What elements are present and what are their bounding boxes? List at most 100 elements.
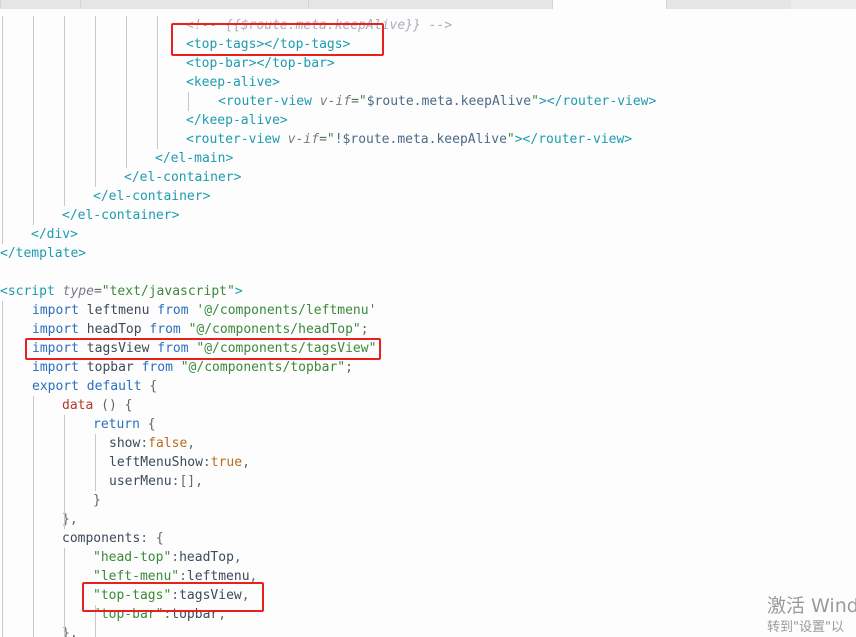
code-token: return: [93, 417, 148, 432]
code-line: "top-tags":tagsView,: [93, 586, 250, 605]
indent-guide: [95, 434, 96, 491]
code-token: ,: [249, 569, 258, 584]
watermark-subtitle: 转到"设置"以: [767, 620, 844, 635]
code-token: <keep-alive>: [186, 75, 280, 90]
code-token: </el-main>: [155, 151, 234, 166]
code-token: {: [149, 379, 158, 394]
code-token: ,: [242, 455, 250, 470]
indent-guide: [64, 415, 65, 529]
code-token: "top-bar": [93, 607, 164, 622]
code-token: :[],: [171, 474, 203, 489]
code-line: </keep-alive>: [186, 111, 288, 130]
activation-watermark: 激活 Wind 转到"设置"以: [767, 595, 856, 637]
indent-guide: [33, 396, 34, 637]
code-line: userMenu:[],: [109, 472, 203, 491]
code-token: v-if: [319, 94, 352, 109]
watermark-title: 激活 Wind: [767, 595, 856, 617]
code-token: </top-bar>: [256, 56, 335, 71]
code-token: data: [62, 398, 102, 413]
code-token: "top-tags": [93, 588, 172, 603]
code-token: leftmenu: [186, 569, 250, 584]
code-token: :: [202, 455, 211, 470]
code-token: :: [179, 569, 187, 584]
code-token: >: [234, 284, 243, 299]
code-token: </top-tags>: [264, 37, 351, 52]
code-token: show: [109, 436, 141, 451]
code-token: "@/components/tagsView": [196, 341, 377, 356]
indent-guide: [95, 16, 96, 187]
code-token: <top-tags>: [186, 37, 265, 52]
code-token: ,: [218, 607, 227, 622]
code-token: userMenu: [109, 474, 172, 489]
code-token: !$route.meta.keepAlive: [334, 132, 507, 147]
code-token: '@/components/leftmenu': [196, 303, 377, 318]
code-line: <top-bar></top-bar>: [186, 54, 335, 73]
code-token: tagsView: [179, 588, 242, 603]
code-line: <script type="text/javascript">: [0, 282, 243, 301]
code-line: <router-view v-if="!$route.meta.keepAliv…: [186, 130, 632, 149]
code-line: import tagsView from "@/components/tagsV…: [32, 339, 384, 358]
code-token: =: [319, 132, 327, 147]
code-token: leftMenuShow: [109, 455, 203, 470]
code-token: "@/components/topbar": [180, 360, 346, 375]
code-token: ,: [187, 436, 196, 451]
code-token: () {: [101, 398, 133, 413]
code-token: "head-top": [93, 550, 172, 565]
code-token: </el-container>: [124, 170, 242, 185]
editor-tab-4[interactable]: [666, 0, 791, 9]
code-line: return {: [93, 415, 156, 434]
code-token: ,: [233, 550, 242, 565]
code-token: import: [32, 322, 87, 337]
code-token: :: [171, 550, 180, 565]
code-token: </template>: [0, 246, 87, 261]
code-token: import: [32, 360, 87, 375]
code-line: leftMenuShow:true,: [109, 453, 250, 472]
code-token: from: [141, 360, 181, 375]
code-token: headTop: [86, 322, 150, 337]
code-token: "@/components/headTop": [188, 322, 361, 337]
code-line: <top-tags></top-tags>: [186, 35, 350, 54]
code-token: :: [140, 436, 149, 451]
indent-guide: [2, 16, 3, 244]
indent-guide: [33, 16, 34, 225]
code-line: <router-view v-if="$route.meta.keepAlive…: [218, 92, 656, 111]
code-line: components: {: [62, 529, 164, 548]
editor-tab-1[interactable]: [80, 0, 309, 9]
code-line: show:false,: [109, 434, 195, 453]
indent-guide: [64, 16, 65, 206]
code-token: ;: [360, 322, 369, 337]
code-line: data () {: [62, 396, 132, 415]
editor-tab-3[interactable]: [552, 0, 667, 9]
code-token: ;: [376, 341, 385, 356]
code-token: ;: [345, 360, 353, 375]
code-token: tagsView: [86, 341, 158, 356]
indent-guide: [188, 92, 189, 111]
code-line: export default {: [32, 377, 157, 396]
code-token: import: [32, 303, 87, 318]
code-token: ": [506, 132, 515, 147]
code-token: </div>: [31, 227, 78, 242]
code-editor[interactable]: <!-- {{$route.meta.keepAlive}} --> <top-t…: [0, 0, 856, 637]
code-line: <keep-alive>: [186, 73, 280, 92]
code-token: ": [358, 94, 367, 109]
editor-tab-0[interactable]: [0, 0, 81, 9]
code-token: $route.meta.keepAlive: [366, 94, 532, 109]
code-token: type: [62, 284, 94, 299]
code-token: </keep-alive>: [186, 113, 288, 128]
code-token: </el-container>: [93, 189, 211, 204]
code-line: <!-- {{$route.meta.keepAlive}} -->: [186, 16, 452, 35]
code-token: }: [93, 493, 101, 508]
code-token: default: [86, 379, 150, 394]
editor-tab-2[interactable]: [308, 0, 553, 9]
code-line: </div>: [31, 225, 78, 244]
code-token: <top-bar>: [186, 56, 257, 71]
code-token: ": [326, 132, 335, 147]
code-line: import headTop from "@/components/headTo…: [32, 320, 369, 339]
code-token: headTop: [179, 550, 234, 565]
code-token: <!-- {{$route.meta.keepAlive}} -->: [186, 18, 453, 33]
code-token: <router-view: [186, 132, 288, 147]
code-line: import leftmenu from '@/components/leftm…: [32, 301, 376, 320]
code-token: {: [147, 417, 156, 432]
indent-guide: [95, 605, 96, 637]
code-token: =: [93, 284, 102, 299]
